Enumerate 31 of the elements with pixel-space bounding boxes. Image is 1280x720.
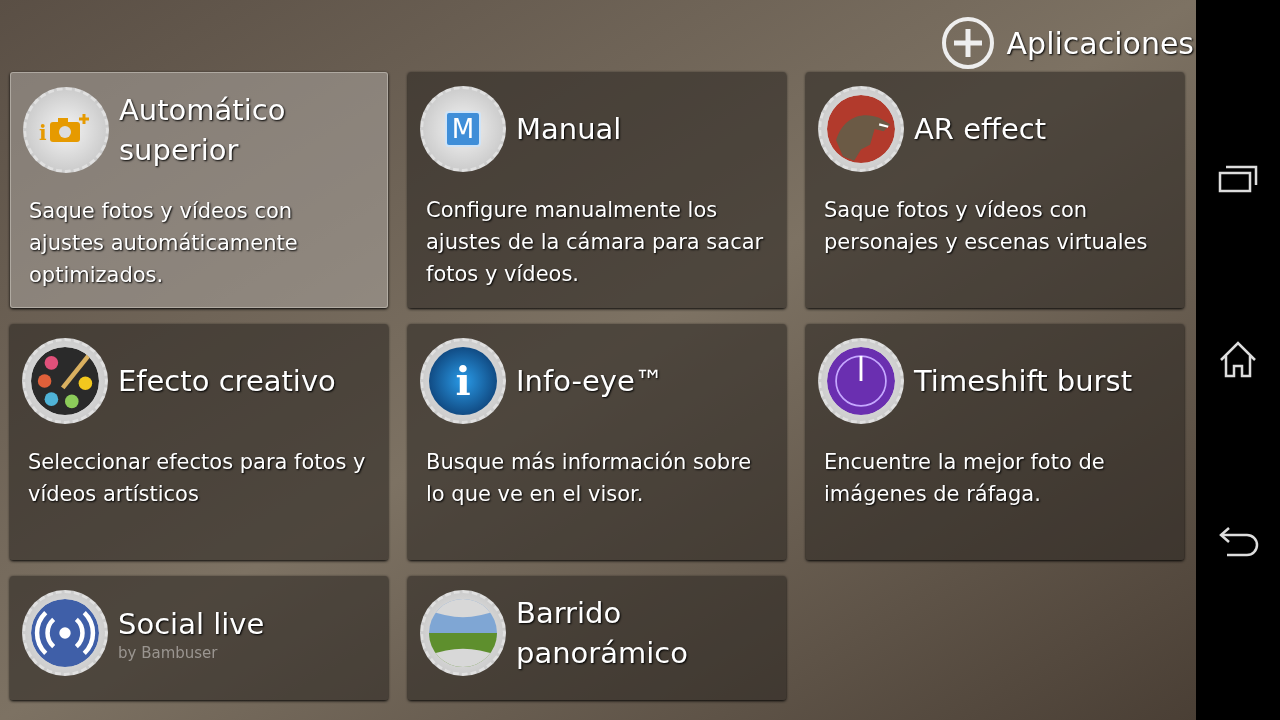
mode-title: Info-eye™ — [516, 363, 664, 400]
mode-card[interactable]: Efecto creativo Seleccionar efectos para fotos y vídeos artísticos — [10, 324, 388, 560]
mode-title: Efecto creativo — [118, 363, 336, 400]
mode-subtitle: by Bambuser — [118, 644, 219, 662]
mode-card[interactable]: Timeshift burst Encuentre la mejor foto de imágenes de ráfaga. — [806, 324, 1184, 560]
mode-title: Timeshift burst — [914, 363, 1132, 400]
mode-title: Barrido panorámico — [516, 595, 689, 672]
plus-circle-icon — [940, 16, 995, 70]
mode-card[interactable]: AR effect Saque fotos y vídeos con personajes y escenas virtuales — [806, 72, 1184, 308]
mode-description: Seleccionar efectos para fotos y vídeos artísticos — [27, 449, 367, 508]
mode-card[interactable]: Social live by Bambuser — [10, 576, 388, 700]
info-icon: i — [420, 338, 506, 424]
home-icon[interactable] — [1218, 340, 1258, 378]
letter-icon: M — [420, 86, 506, 172]
mode-title: Manual — [516, 111, 622, 148]
mode-description: Busque más información sobre lo que ve en el visor. — [425, 449, 753, 508]
mode-description: Configure manualmente los ajustes de la cámara para sacar fotos y vídeos. — [425, 197, 765, 288]
camera-icon: i — [23, 87, 109, 173]
mode-card[interactable]: i Info-eye™ Busque más información sobre lo que ve en el visor. — [408, 324, 786, 560]
applications-button[interactable]: Aplicaciones — [940, 14, 1194, 72]
mode-title: AR effect — [914, 111, 1047, 148]
mode-card[interactable]: i Automático superior Saque fotos y vídeos con ajustes automáticamente optimizados. — [10, 72, 388, 308]
mode-title: Social live — [118, 606, 265, 643]
mode-card[interactable]: Barrido panorámico — [408, 576, 786, 700]
recent-apps-icon[interactable] — [1218, 163, 1258, 194]
mode-title: Automático superior — [119, 92, 287, 169]
back-icon[interactable] — [1217, 524, 1259, 557]
mode-description: Saque fotos y vídeos con ajustes automáticamente optimizados. — [28, 198, 299, 289]
mode-description: Saque fotos y vídeos con personajes y escenas virtuales — [823, 197, 1149, 256]
mode-description: Encuentre la mejor foto de imágenes de ráfaga. — [823, 449, 1106, 508]
mode-card[interactable]: M Manual Configure manualmente los ajustes de la cámara para sacar fotos y vídeos. — [408, 72, 786, 308]
